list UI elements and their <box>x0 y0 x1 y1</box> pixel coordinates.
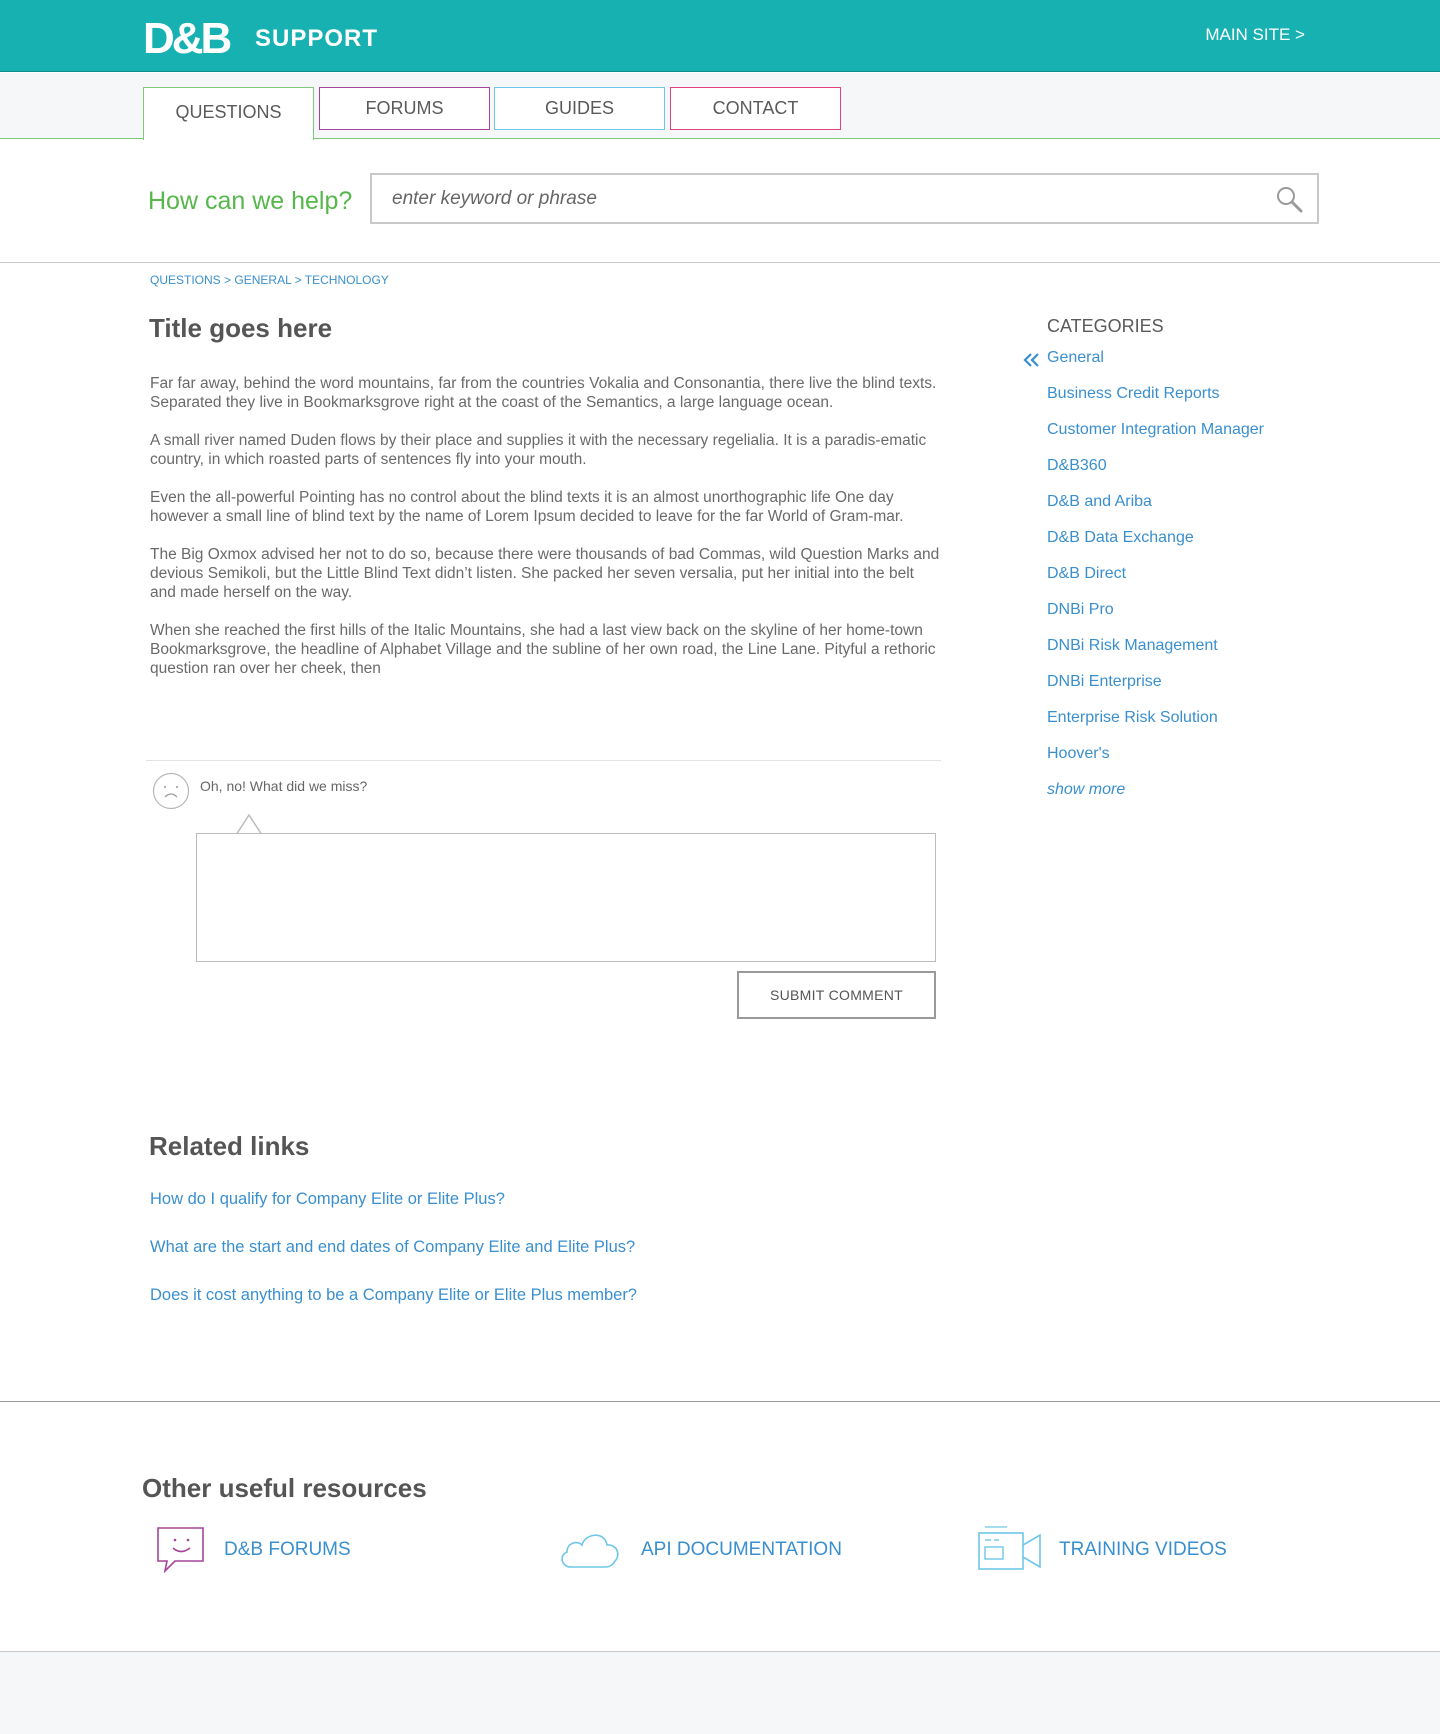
sad-face-icon <box>152 772 190 810</box>
video-camera-icon <box>978 1526 1041 1570</box>
category-item[interactable]: DNBi Risk Management <box>1047 636 1218 656</box>
speech-tip <box>236 814 262 835</box>
breadcrumb-general[interactable]: GENERAL <box>234 273 291 287</box>
divider <box>0 1401 1440 1402</box>
category-item[interactable]: DNBi Enterprise <box>1047 672 1162 692</box>
feedback-prompt: Oh, no! What did we miss? <box>200 778 368 794</box>
article-paragraph: Far far away, behind the word mountains,… <box>150 375 937 411</box>
page-title: Title goes here <box>149 313 333 343</box>
tab-questions[interactable]: QUESTIONS <box>143 87 314 140</box>
article-paragraph: When she reached the first hills of the … <box>150 622 936 677</box>
resource-label: D&B FORUMS <box>224 1539 351 1560</box>
related-link[interactable]: Does it cost anything to be a Company El… <box>150 1284 637 1306</box>
related-links-title: Related links <box>149 1131 310 1161</box>
double-chevron-left-icon <box>1023 353 1039 367</box>
article-body: Far far away, behind the word mountains,… <box>150 374 940 697</box>
article-paragraph: Even the all-powerful Pointing has no co… <box>150 489 904 525</box>
category-item[interactable]: D&B Direct <box>1047 564 1126 584</box>
submit-comment-button[interactable]: SUBMIT COMMENT <box>737 971 936 1019</box>
categories-title: CATEGORIES <box>1047 316 1164 336</box>
resource-forums[interactable]: D&B FORUMS <box>155 1525 395 1575</box>
tab-forums[interactable]: FORUMS <box>319 87 490 130</box>
category-general[interactable]: General <box>1047 348 1104 368</box>
breadcrumb-technology[interactable]: TECHNOLOGY <box>305 273 389 287</box>
divider <box>146 760 941 761</box>
site-header: D&B SUPPORT MAIN SITE > <box>0 0 1440 72</box>
category-item[interactable]: D&B360 <box>1047 456 1107 476</box>
breadcrumb: QUESTIONS > GENERAL > TECHNOLOGY <box>150 272 389 288</box>
resource-label: TRAINING VIDEOS <box>1059 1539 1227 1560</box>
search-input[interactable] <box>372 175 1232 222</box>
comment-box <box>196 833 936 962</box>
search-box <box>370 173 1319 224</box>
main-site-link[interactable]: MAIN SITE > <box>1205 24 1305 46</box>
search-icon[interactable] <box>1275 185 1303 213</box>
category-item[interactable]: Business Credit Reports <box>1047 384 1220 404</box>
related-link[interactable]: How do I qualify for Company Elite or El… <box>150 1188 505 1210</box>
cloud-icon <box>561 1534 619 1568</box>
show-more-link[interactable]: show more <box>1047 780 1125 800</box>
logo-subtitle: SUPPORT <box>255 25 379 52</box>
nav-bar: QUESTIONS FORUMS GUIDES CONTACT <box>0 73 1440 140</box>
category-item[interactable]: Hoover's <box>1047 744 1110 764</box>
category-item[interactable]: D&B Data Exchange <box>1047 528 1194 548</box>
tab-contact[interactable]: CONTACT <box>670 87 841 130</box>
resource-training-videos[interactable]: TRAINING VIDEOS <box>977 1525 1227 1575</box>
category-item[interactable]: DNBi Pro <box>1047 600 1114 620</box>
breadcrumb-questions[interactable]: QUESTIONS <box>150 273 221 287</box>
tab-guides[interactable]: GUIDES <box>494 87 665 130</box>
article-paragraph: The Big Oxmox advised her not to do so, … <box>150 546 940 601</box>
speech-bubble-smile-icon <box>157 1527 204 1573</box>
logo[interactable]: D&B <box>143 17 232 61</box>
category-item[interactable]: D&B and Ariba <box>1047 492 1152 512</box>
search-label: How can we help? <box>148 187 353 215</box>
article-paragraph: A small river named Duden flows by their… <box>150 432 927 468</box>
resources-title: Other useful resources <box>142 1473 427 1503</box>
footer-band <box>0 1651 1440 1734</box>
breadcrumb-separator: > <box>294 273 302 287</box>
comment-textarea[interactable] <box>197 834 935 961</box>
breadcrumb-separator: > <box>224 273 232 287</box>
category-item[interactable]: Customer Integration Manager <box>1047 420 1264 440</box>
resource-api-docs[interactable]: API DOCUMENTATION <box>557 1525 847 1575</box>
related-link[interactable]: What are the start and end dates of Comp… <box>150 1236 635 1258</box>
category-item[interactable]: Enterprise Risk Solution <box>1047 708 1218 728</box>
resource-label: API DOCUMENTATION <box>641 1539 842 1560</box>
divider <box>0 262 1440 263</box>
